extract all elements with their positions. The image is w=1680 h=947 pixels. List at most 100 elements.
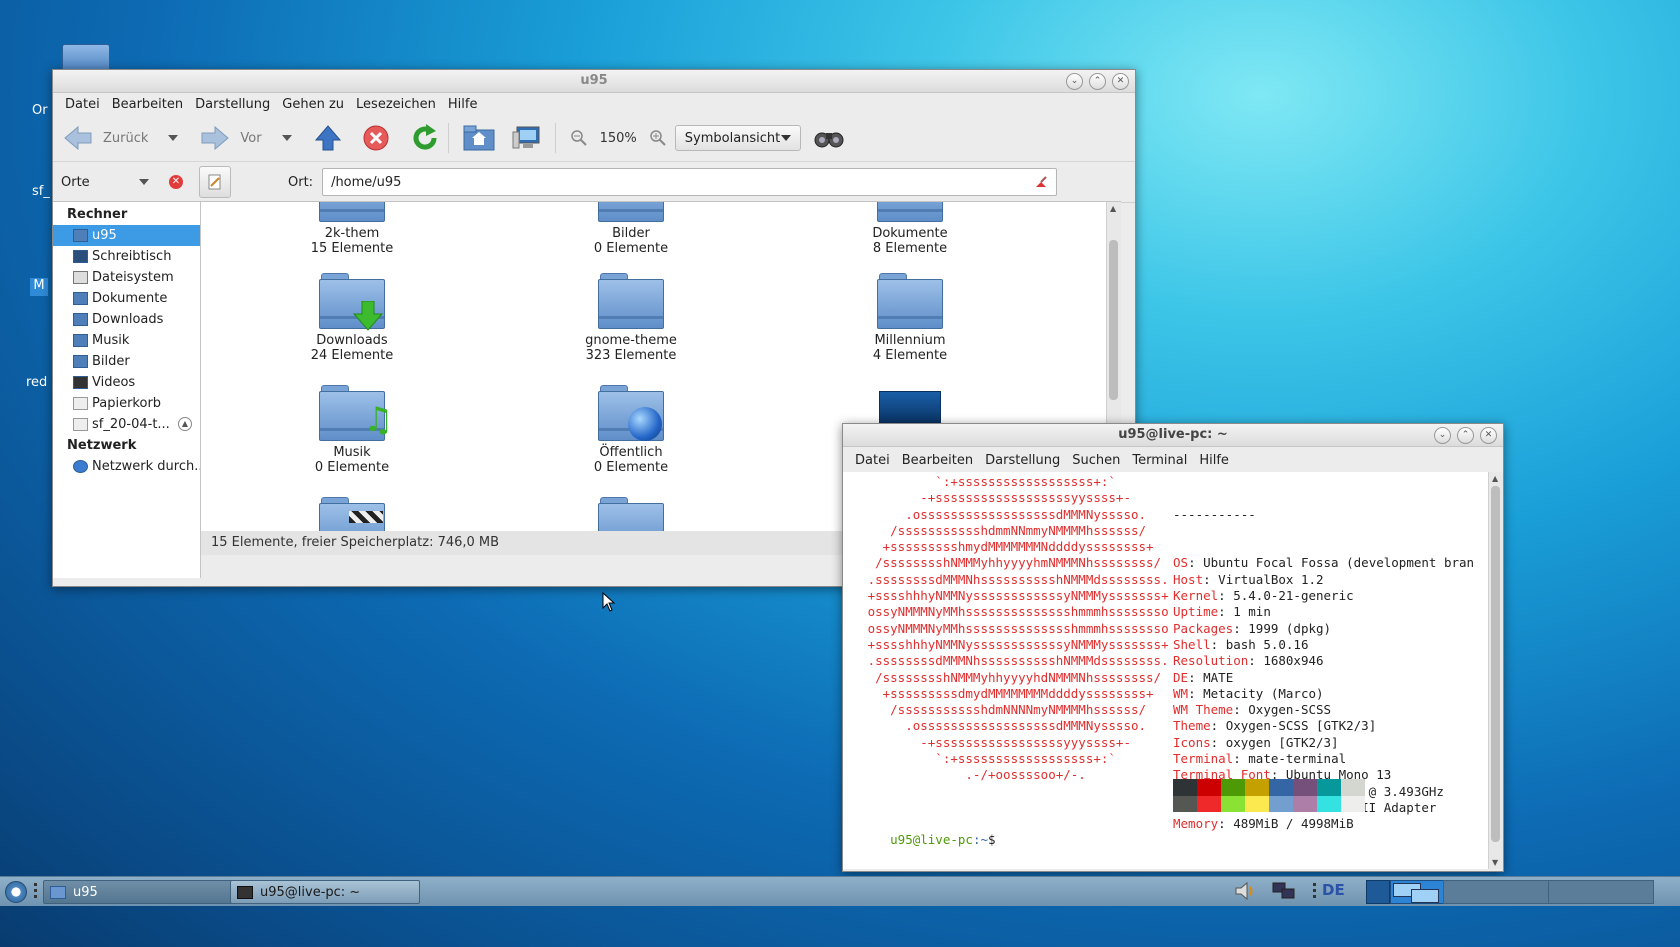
file-item[interactable]: Bilder 0 Elemente bbox=[546, 202, 716, 256]
maximize-button[interactable]: ⌃ bbox=[1089, 73, 1106, 90]
file-item[interactable]: 2k-them 15 Elemente bbox=[267, 202, 437, 256]
home-button[interactable] bbox=[463, 124, 495, 152]
workspace-switcher[interactable] bbox=[1390, 880, 1444, 904]
desktop-icon-label[interactable]: red bbox=[26, 375, 47, 390]
terminal-titlebar[interactable]: u95@live-pc: ~ ⌄ ⌃ ✕ bbox=[843, 424, 1503, 447]
terminal-output[interactable]: `:+ssssssssssssssssss+:` -+sssssssssssss… bbox=[843, 472, 1488, 869]
sidebar-item-home[interactable]: u95 bbox=[53, 225, 200, 246]
panel-handle-icon[interactable] bbox=[34, 883, 37, 899]
file-item[interactable] bbox=[546, 497, 716, 531]
main-menu-icon[interactable] bbox=[5, 881, 27, 903]
sidebar-item-documents[interactable]: Dokumente bbox=[53, 288, 200, 309]
shell-prompt[interactable]: u95@live-pc:~$ bbox=[845, 816, 995, 865]
close-button[interactable]: ✕ bbox=[1112, 73, 1129, 90]
location-input[interactable]: /home/u95 bbox=[322, 168, 1058, 196]
desktop-icon-label[interactable]: sf_ bbox=[32, 184, 50, 199]
file-item[interactable]: Downloads 24 Elemente bbox=[267, 273, 437, 363]
info-key: WM bbox=[1173, 685, 1189, 701]
file-item[interactable]: ♫ Musik 0 Elemente bbox=[267, 385, 437, 475]
panel-handle-icon[interactable] bbox=[1313, 883, 1316, 899]
file-item[interactable] bbox=[267, 497, 437, 531]
up-button[interactable] bbox=[314, 124, 342, 152]
scroll-up-arrow-icon[interactable]: ▲ bbox=[1492, 474, 1498, 483]
desktop-folder-icon[interactable] bbox=[62, 44, 110, 72]
scrollbar-thumb[interactable] bbox=[1491, 486, 1500, 842]
menu-bookmarks[interactable]: Lesezeichen bbox=[350, 97, 442, 112]
menu-help[interactable]: Hilfe bbox=[1193, 453, 1235, 468]
minimize-button[interactable]: ⌄ bbox=[1066, 73, 1083, 90]
sidebar-item-downloads[interactable]: Downloads bbox=[53, 309, 200, 330]
desktop-icon-label[interactable]: Or bbox=[32, 103, 48, 118]
network-icon[interactable] bbox=[1272, 881, 1296, 901]
sidebar-item-desktop[interactable]: Schreibtisch bbox=[53, 246, 200, 267]
menu-file[interactable]: Datei bbox=[849, 453, 896, 468]
back-button[interactable]: Zurück bbox=[63, 124, 148, 152]
folder-icon bbox=[50, 885, 66, 899]
file-item[interactable] bbox=[825, 385, 995, 423]
menu-help[interactable]: Hilfe bbox=[442, 97, 484, 112]
clear-location-icon[interactable] bbox=[1034, 175, 1048, 189]
back-history-dropdown[interactable] bbox=[168, 135, 179, 141]
maximize-button[interactable]: ⌃ bbox=[1457, 427, 1474, 444]
menu-file[interactable]: Datei bbox=[59, 97, 106, 112]
volume-icon[interactable] bbox=[1234, 881, 1256, 901]
sidebar-item-browse-network[interactable]: Netzwerk durch... bbox=[53, 456, 200, 477]
minimize-button[interactable]: ⌄ bbox=[1434, 427, 1451, 444]
menu-view[interactable]: Darstellung bbox=[189, 97, 276, 112]
zoom-out-button[interactable] bbox=[570, 129, 588, 147]
computer-button[interactable] bbox=[511, 124, 541, 152]
scroll-down-arrow-icon[interactable]: ▼ bbox=[1492, 858, 1498, 867]
scroll-up-arrow-icon[interactable]: ▲ bbox=[1110, 204, 1116, 213]
workspace-2[interactable] bbox=[1443, 880, 1549, 904]
forward-history-dropdown[interactable] bbox=[281, 135, 292, 141]
file-item[interactable]: Öffentlich 0 Elemente bbox=[546, 385, 716, 475]
workspace-window-thumb bbox=[1411, 889, 1439, 903]
stop-icon bbox=[363, 125, 389, 151]
file-item[interactable]: gnome-theme 323 Elemente bbox=[546, 273, 716, 363]
zoom-in-button[interactable] bbox=[649, 129, 667, 147]
bottom-panel: u95 u95@live-pc: ~ DE bbox=[0, 876, 1680, 906]
info-value: oxygen [GTK2/3] bbox=[1225, 734, 1339, 750]
window-title: u95@live-pc: ~ bbox=[1118, 427, 1228, 442]
menu-terminal[interactable]: Terminal bbox=[1126, 453, 1193, 468]
taskbar-item-terminal[interactable]: u95@live-pc: ~ bbox=[230, 880, 420, 904]
eject-icon[interactable]: ▲ bbox=[178, 417, 192, 431]
music-note-icon: ♫ bbox=[363, 400, 394, 440]
zoom-level[interactable]: 150% bbox=[600, 131, 637, 146]
edit-location-button[interactable] bbox=[199, 166, 231, 198]
menu-go[interactable]: Gehen zu bbox=[276, 97, 350, 112]
show-desktop-button[interactable] bbox=[1366, 880, 1390, 904]
keyboard-layout-indicator[interactable]: DE bbox=[1322, 881, 1345, 899]
reload-button[interactable] bbox=[410, 123, 440, 153]
side-pane-selector-label[interactable]: Orte bbox=[61, 175, 131, 190]
sidebar-item-music[interactable]: Musik bbox=[53, 330, 200, 351]
sidebar-item-pictures[interactable]: Bilder bbox=[53, 351, 200, 372]
menu-edit[interactable]: Bearbeiten bbox=[106, 97, 189, 112]
scrollbar-thumb[interactable] bbox=[1109, 240, 1118, 400]
close-button[interactable]: ✕ bbox=[1480, 427, 1497, 444]
view-mode-select[interactable]: Symbolansicht bbox=[674, 125, 801, 151]
menu-search[interactable]: Suchen bbox=[1066, 453, 1126, 468]
ascii-logo-line: +sssshhhyNMMNyssssssssssssyNMMMysssssss+ bbox=[845, 588, 1169, 604]
file-item[interactable]: Dokumente 8 Elemente bbox=[825, 202, 995, 256]
stop-button[interactable] bbox=[362, 124, 390, 152]
color-swatch bbox=[1173, 779, 1197, 796]
sidebar-item-videos[interactable]: Videos bbox=[53, 372, 200, 393]
terminal-scrollbar[interactable]: ▲ ▼ bbox=[1488, 472, 1503, 869]
close-side-pane-icon[interactable]: ✕ bbox=[169, 175, 183, 189]
forward-button[interactable]: Vor bbox=[200, 124, 262, 152]
side-pane-dropdown-icon[interactable] bbox=[139, 179, 149, 185]
file-manager-titlebar[interactable]: u95 ⌄ ⌃ ✕ bbox=[53, 70, 1135, 93]
desktop-icon-label[interactable]: M bbox=[30, 278, 48, 296]
menu-view[interactable]: Darstellung bbox=[979, 453, 1066, 468]
sidebar-item-filesystem[interactable]: Dateisystem bbox=[53, 267, 200, 288]
sidebar-item-trash[interactable]: Papierkorb bbox=[53, 393, 200, 414]
workspace-3[interactable] bbox=[1548, 880, 1654, 904]
info-value: 1 min bbox=[1233, 604, 1271, 620]
menu-edit[interactable]: Bearbeiten bbox=[896, 453, 979, 468]
ascii-logo-line: .ssssssssdMMMNhsssssssssshNMMMdssssssss. bbox=[845, 571, 1169, 587]
search-button[interactable] bbox=[813, 127, 845, 149]
file-item[interactable]: Millennium 4 Elemente bbox=[825, 273, 995, 363]
sidebar-item-shared-folder[interactable]: sf_20-04-t... ▲ bbox=[53, 414, 200, 435]
taskbar-item-file-manager[interactable]: u95 bbox=[43, 880, 233, 904]
